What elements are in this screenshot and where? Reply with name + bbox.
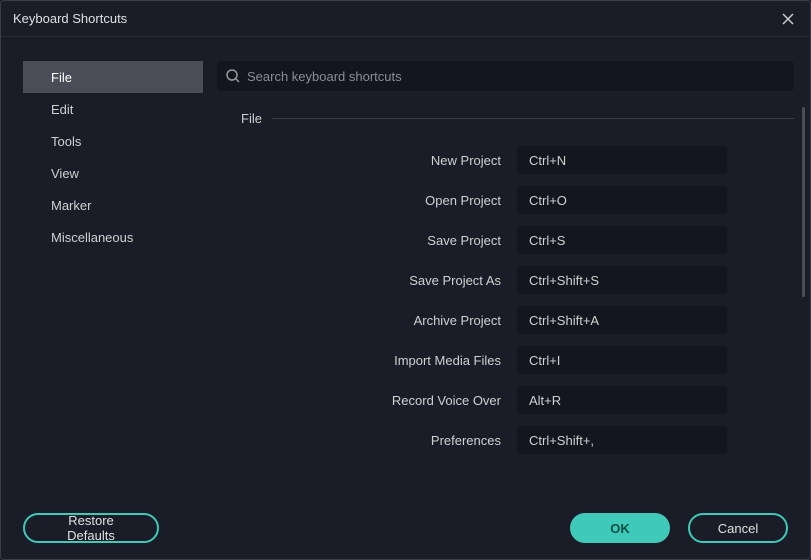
search-icon: [225, 68, 241, 84]
shortcut-label-save-project-as: Save Project As: [237, 273, 517, 288]
sidebar-item-label: View: [51, 166, 79, 181]
shortcut-input-import-media-files[interactable]: [517, 346, 727, 374]
shortcut-row: Open Project: [237, 186, 794, 214]
section-header: File: [217, 111, 794, 126]
shortcut-input-archive-project[interactable]: [517, 306, 727, 334]
title-bar: Keyboard Shortcuts: [1, 1, 810, 37]
sidebar-item-label: Tools: [51, 134, 81, 149]
shortcut-row: Import Media Files: [237, 346, 794, 374]
shortcut-label-new-project: New Project: [237, 153, 517, 168]
sidebar-item-miscellaneous[interactable]: Miscellaneous: [23, 221, 203, 253]
shortcut-row: Save Project As: [237, 266, 794, 294]
sidebar-item-file[interactable]: File: [23, 61, 203, 93]
sidebar-item-edit[interactable]: Edit: [23, 93, 203, 125]
shortcut-label-save-project: Save Project: [237, 233, 517, 248]
sidebar-item-view[interactable]: View: [23, 157, 203, 189]
shortcut-row: Save Project: [237, 226, 794, 254]
close-button[interactable]: [778, 9, 798, 29]
footer: Restore Defaults OK Cancel: [1, 497, 810, 559]
close-icon: [781, 12, 795, 26]
ok-button[interactable]: OK: [570, 513, 670, 543]
main-content: File Edit Tools View Marker Miscellaneou…: [1, 37, 810, 499]
sidebar-item-label: File: [51, 70, 72, 85]
shortcut-list: New Project Open Project Save Project Sa…: [217, 146, 794, 466]
shortcut-input-save-project-as[interactable]: [517, 266, 727, 294]
search-box[interactable]: [217, 61, 794, 91]
footer-right: OK Cancel: [570, 513, 788, 543]
sidebar-item-label: Edit: [51, 102, 73, 117]
sidebar-item-marker[interactable]: Marker: [23, 189, 203, 221]
search-input[interactable]: [247, 69, 786, 84]
cancel-button[interactable]: Cancel: [688, 513, 788, 543]
section-header-line: [272, 118, 794, 119]
shortcut-row: Record Voice Over: [237, 386, 794, 414]
right-panel: File New Project Open Project Save Proje…: [217, 61, 794, 499]
shortcut-input-preferences[interactable]: [517, 426, 727, 454]
window-title: Keyboard Shortcuts: [13, 11, 127, 26]
shortcut-label-preferences: Preferences: [237, 433, 517, 448]
shortcut-label-record-voice-over: Record Voice Over: [237, 393, 517, 408]
sidebar: File Edit Tools View Marker Miscellaneou…: [23, 61, 203, 499]
shortcut-row: Archive Project: [237, 306, 794, 334]
shortcut-input-new-project[interactable]: [517, 146, 727, 174]
shortcut-input-save-project[interactable]: [517, 226, 727, 254]
scrollbar[interactable]: [802, 107, 805, 297]
sidebar-item-label: Miscellaneous: [51, 230, 133, 245]
restore-defaults-button[interactable]: Restore Defaults: [23, 513, 159, 543]
section-header-text: File: [241, 111, 262, 126]
shortcut-label-import-media-files: Import Media Files: [237, 353, 517, 368]
shortcut-row: New Project: [237, 146, 794, 174]
shortcut-input-open-project[interactable]: [517, 186, 727, 214]
shortcut-row: Preferences: [237, 426, 794, 454]
shortcut-label-archive-project: Archive Project: [237, 313, 517, 328]
shortcut-label-open-project: Open Project: [237, 193, 517, 208]
sidebar-item-tools[interactable]: Tools: [23, 125, 203, 157]
sidebar-item-label: Marker: [51, 198, 91, 213]
shortcut-input-record-voice-over[interactable]: [517, 386, 727, 414]
